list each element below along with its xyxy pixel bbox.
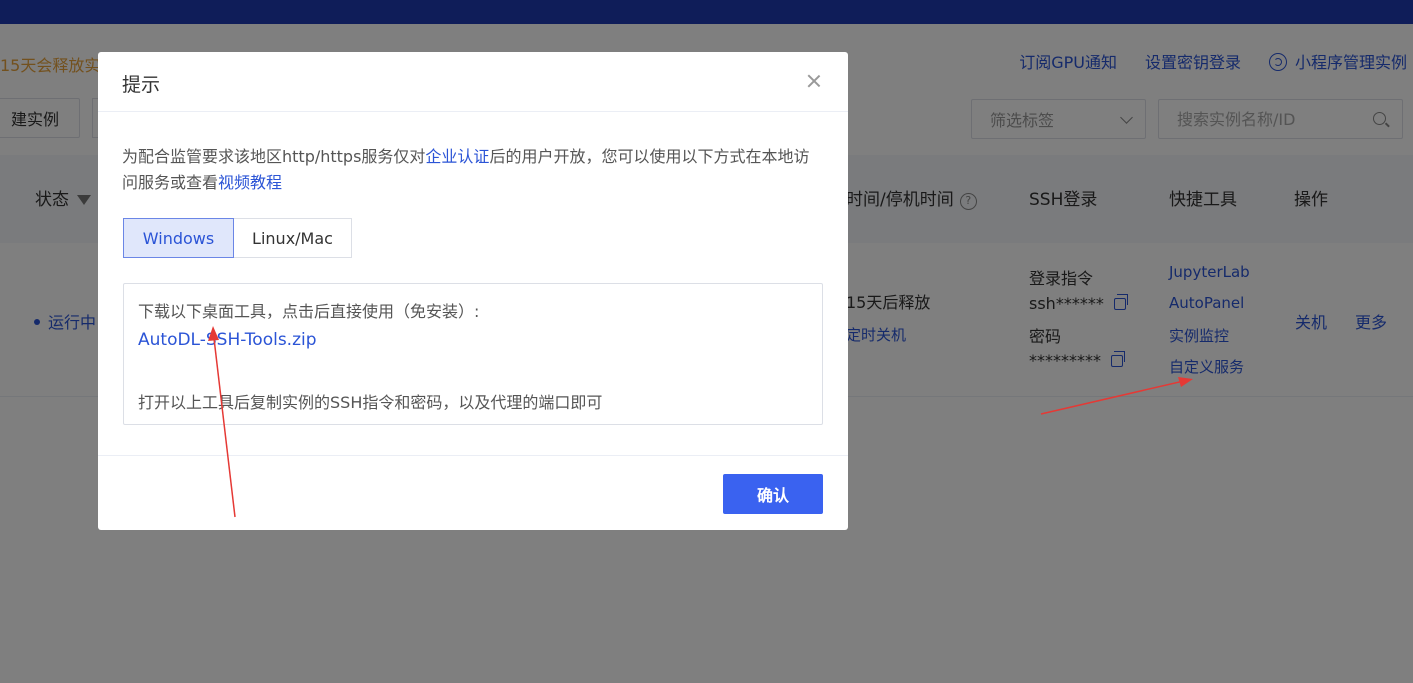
download-info-box: 下载以下桌面工具，点击后直接使用（免安装）: AutoDL-SSH-Tools.…	[123, 283, 823, 425]
desc-text-1: 为配合监管要求该地区http/https服务仅对	[122, 147, 426, 166]
video-tutorial-link[interactable]: 视频教程	[218, 173, 282, 192]
dialog-footer-divider	[98, 455, 848, 456]
tab-linux-mac[interactable]: Linux/Mac	[234, 218, 352, 258]
os-tabs: Windows Linux/Mac	[123, 218, 352, 258]
dialog-description: 为配合监管要求该地区http/https服务仅对企业认证后的用户开放，您可以使用…	[122, 144, 822, 196]
close-icon[interactable]	[806, 73, 822, 89]
dialog-title: 提示	[122, 74, 161, 96]
download-tool-link[interactable]: AutoDL-SSH-Tools.zip	[138, 330, 317, 350]
usage-instruction: 打开以上工具后复制实例的SSH指令和密码，以及代理的端口即可	[138, 393, 603, 412]
tab-windows[interactable]: Windows	[123, 218, 234, 258]
confirm-button[interactable]: 确认	[723, 474, 823, 514]
tip-dialog: 提示 为配合监管要求该地区http/https服务仅对企业认证后的用户开放，您可…	[98, 52, 848, 530]
enterprise-auth-link[interactable]: 企业认证	[425, 147, 489, 166]
download-instruction: 下载以下桌面工具，点击后直接使用（免安装）:	[138, 302, 480, 321]
dialog-header: 提示	[98, 52, 848, 112]
